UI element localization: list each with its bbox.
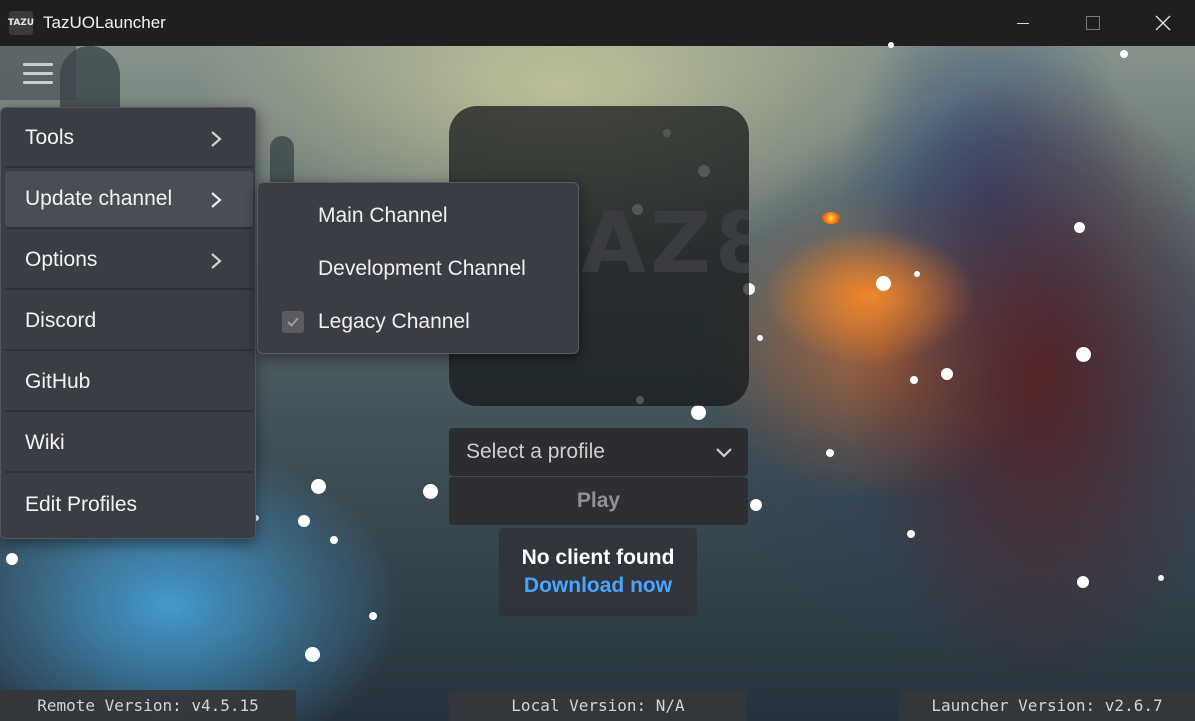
menu-item-label: Options (25, 248, 98, 271)
snowflake (876, 276, 891, 291)
menu-item-edit-profiles[interactable]: Edit Profiles (5, 476, 253, 534)
profile-select[interactable]: Select a profile (449, 428, 748, 476)
snowflake (914, 271, 920, 277)
submenu-item-legacy-channel[interactable]: Legacy Channel (318, 310, 470, 334)
notice-title: No client found (521, 546, 675, 569)
legacy-channel-checkbox[interactable] (282, 311, 304, 333)
menu-item-github[interactable]: GitHub (5, 354, 253, 412)
snowflake (305, 647, 320, 662)
snowflake (423, 484, 438, 499)
update-channel-submenu: Main Channel Development Channel Legacy … (257, 182, 579, 354)
snowflake (6, 553, 18, 565)
logo: AZ8 (581, 194, 749, 292)
submenu-item-development-channel[interactable]: Development Channel (318, 257, 526, 281)
hamburger-icon (23, 62, 53, 66)
dragon-art (740, 46, 1195, 721)
snowflake (907, 530, 915, 538)
snowflake (298, 515, 310, 527)
snowflake (826, 449, 834, 457)
snowflake (888, 42, 894, 48)
menu-item-label: GitHub (25, 370, 91, 393)
menu-item-label: Tools (25, 126, 75, 149)
app-icon: TAZU (8, 11, 34, 35)
snowflake (750, 499, 762, 511)
dragon-eye (822, 212, 840, 224)
play-button[interactable]: Play (449, 477, 748, 525)
snowflake (691, 405, 706, 420)
hamburger-icon-bar (23, 80, 53, 84)
profile-select-placeholder: Select a profile (466, 440, 605, 463)
menu-item-label: Wiki (25, 431, 65, 454)
minimize-button[interactable] (988, 0, 1058, 46)
minimize-icon (1017, 22, 1029, 24)
title-bar: TAZU TazUOLauncher (0, 0, 1195, 46)
snowflake (910, 376, 918, 384)
checkmark-icon (287, 317, 299, 327)
hamburger-icon-bar (23, 71, 53, 75)
snowflake (1158, 575, 1164, 581)
snowflake (757, 335, 763, 341)
close-button[interactable] (1128, 0, 1195, 46)
snowflake (369, 612, 377, 620)
snowflake (941, 368, 953, 380)
local-version-label: Local Version: N/A (449, 690, 747, 721)
menu-item-tools[interactable]: Tools (5, 110, 253, 168)
remote-version-label: Remote Version: v4.5.15 (0, 690, 296, 721)
no-client-notice: No client found Download now (499, 528, 697, 616)
snowflake (311, 479, 326, 494)
snowflake (1077, 576, 1089, 588)
chevron-right-icon (211, 192, 222, 208)
maximize-button[interactable] (1058, 0, 1128, 46)
snowflake (1074, 222, 1085, 233)
submenu-item-main-channel[interactable]: Main Channel (318, 204, 448, 228)
menu-item-discord[interactable]: Discord (5, 293, 253, 351)
menu-item-options[interactable]: Options (5, 232, 253, 290)
window-title: TazUOLauncher (43, 13, 166, 32)
snowflake (1120, 50, 1128, 58)
menu-item-label: Discord (25, 309, 97, 332)
snowflake (1076, 347, 1091, 362)
hamburger-menu-button[interactable] (0, 46, 76, 100)
chevron-right-icon (211, 253, 222, 269)
menu-item-wiki[interactable]: Wiki (5, 415, 253, 473)
main-menu: Tools Update channel Options Discord Git… (0, 107, 256, 539)
menu-item-update-channel[interactable]: Update channel (5, 171, 253, 229)
download-now-link[interactable]: Download now (499, 574, 697, 598)
maximize-icon (1086, 16, 1100, 30)
snowflake (330, 536, 338, 544)
menu-item-label: Update channel (25, 187, 173, 210)
close-icon (1155, 15, 1171, 31)
launcher-version-label: Launcher Version: v2.6.7 (899, 690, 1195, 721)
menu-item-label: Edit Profiles (25, 493, 138, 516)
chevron-down-icon (716, 448, 732, 458)
chevron-right-icon (211, 131, 222, 147)
